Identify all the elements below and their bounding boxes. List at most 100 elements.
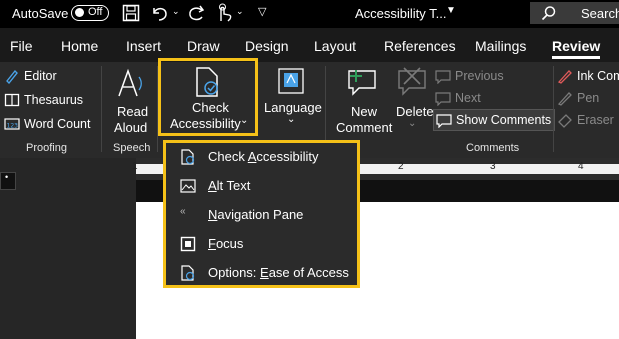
editor-icon	[6, 69, 18, 84]
chevron-down-icon: ⌄	[408, 118, 417, 129]
autosave-label: AutoSave	[12, 6, 69, 21]
customize-toolbar-icon[interactable]: ▽	[258, 5, 266, 18]
menu-item-focus[interactable]: Focus	[166, 230, 357, 258]
eraser-icon	[558, 114, 572, 128]
next-label: Next	[455, 91, 481, 105]
pen-button[interactable]: Pen	[557, 88, 599, 108]
autosave-toggle[interactable]: Off	[71, 5, 109, 21]
comments-group-label: Comments	[466, 142, 520, 154]
navigation-pane-icon: «	[180, 206, 186, 217]
menu-item-navigation-pane[interactable]: « Navigation Pane	[166, 201, 357, 229]
menu-item-label: Focus	[208, 236, 244, 251]
tab-home[interactable]: Home	[61, 38, 98, 54]
menu-item-options-ease-of-access[interactable]: Options: Ease of Access	[166, 259, 357, 287]
read-aloud-line2: Aloud	[114, 120, 148, 135]
show-comments-icon	[436, 114, 452, 128]
tab-mailings[interactable]: Mailings	[475, 38, 526, 54]
thesaurus-icon	[4, 93, 20, 107]
new-comment-button[interactable]: New Comment	[330, 66, 394, 136]
touch-mode-icon[interactable]	[214, 3, 234, 23]
show-comments-label: Show Comments	[456, 113, 552, 127]
read-aloud-line1: Read	[117, 104, 149, 119]
ruler-mark: 2	[398, 161, 404, 172]
new-comment-line2: Comment	[336, 120, 393, 135]
editor-label: Editor	[24, 69, 57, 83]
focus-icon	[180, 236, 196, 252]
alt-text-icon	[180, 179, 196, 193]
tab-layout[interactable]: Layout	[314, 38, 356, 54]
menu-item-check-accessibility[interactable]: Check Accessibility	[166, 143, 357, 171]
menu-item-label: Navigation Pane	[208, 207, 304, 222]
check-accessibility-icon	[196, 67, 218, 97]
document-title: Accessibility T...	[355, 6, 447, 21]
options-ease-of-access-icon	[181, 265, 195, 281]
tab-design[interactable]: Design	[245, 38, 289, 54]
menu-item-label: Options: Ease of Access	[208, 265, 349, 280]
svg-text:123: 123	[7, 123, 19, 130]
redo-icon[interactable]	[186, 4, 206, 22]
chevron-down-icon: ⌄	[287, 114, 296, 125]
menu-item-alt-text[interactable]: Alt Text	[166, 172, 357, 200]
tab-draw[interactable]: Draw	[187, 38, 220, 54]
pen-icon	[557, 92, 572, 106]
ruler-mark: 1	[132, 161, 138, 172]
check-accessibility-menu: Check Accessibility Alt Text « Navigatio…	[163, 140, 360, 288]
group-divider	[553, 66, 554, 152]
language-button[interactable]: Language ⌄	[262, 66, 322, 136]
thesaurus-button[interactable]: Thesaurus	[4, 90, 83, 110]
previous-comment-icon	[435, 70, 451, 84]
word-count-icon: 123	[4, 118, 20, 130]
word-count-label: Word Count	[24, 117, 91, 131]
check-accessibility-button[interactable]: Check Accessibility ⌄	[163, 62, 253, 132]
check-accessibility-line2: Accessibility	[170, 116, 241, 131]
tab-references[interactable]: References	[384, 38, 456, 54]
title-dropdown-icon[interactable]: ▼	[446, 5, 456, 16]
read-aloud-button[interactable]: Read Aloud	[108, 66, 154, 136]
next-comment-icon	[435, 92, 451, 106]
search-icon	[541, 6, 556, 21]
undo-icon[interactable]	[150, 4, 170, 22]
new-comment-line1: New	[351, 104, 378, 119]
proofing-group-label: Proofing	[26, 142, 67, 154]
next-comment-button[interactable]: Next	[435, 88, 481, 108]
tab-review[interactable]: Review	[552, 38, 601, 59]
search-box[interactable]: Search	[530, 2, 619, 24]
word-count-button[interactable]: 123 Word Count	[4, 114, 90, 134]
menu-item-label: Check Accessibility	[208, 149, 319, 164]
autosave-knob	[75, 8, 84, 17]
ruler-mark: 4	[578, 161, 584, 172]
ink-comment-icon	[557, 70, 572, 84]
pen-label: Pen	[577, 91, 600, 105]
check-accessibility-icon	[181, 149, 195, 165]
language-icon	[278, 68, 304, 94]
title-bar: AutoSave Off ⌄ ⌄ ▽ Accessibility T... ▼ …	[0, 0, 619, 28]
previous-label: Previous	[455, 69, 504, 83]
tab-file[interactable]: File	[10, 38, 33, 54]
save-icon[interactable]	[122, 4, 140, 22]
ribbon-tabs: File Home Insert Draw Design Layout Refe…	[0, 28, 619, 62]
chevron-down-icon: ⌄	[240, 115, 249, 126]
autosave-state: Off	[88, 6, 103, 18]
eraser-button[interactable]: Eraser	[557, 110, 614, 130]
ink-comment-button[interactable]: Ink Com	[557, 66, 619, 86]
ink-comment-label: Ink Com	[577, 69, 619, 83]
tab-insert[interactable]: Insert	[126, 38, 161, 54]
check-accessibility-line1: Check	[192, 100, 229, 115]
touch-dropdown-icon[interactable]: ⌄	[236, 6, 244, 17]
eraser-label: Eraser	[577, 113, 614, 127]
group-divider	[101, 66, 102, 152]
ruler-mark: 3	[490, 161, 496, 172]
undo-dropdown-icon[interactable]: ⌄	[172, 6, 180, 17]
previous-comment-button[interactable]: Previous	[435, 66, 504, 86]
delete-comment-button[interactable]: Delete ⌄	[394, 66, 434, 136]
left-margin-area: •	[0, 158, 136, 339]
thesaurus-label: Thesaurus	[24, 93, 84, 107]
new-comment-icon	[348, 70, 376, 96]
tab-selector[interactable]: •	[0, 172, 16, 190]
search-label: Search	[581, 6, 619, 21]
editor-button[interactable]: Editor	[4, 66, 57, 86]
show-comments-button[interactable]: Show Comments	[433, 109, 555, 131]
speech-group-label: Speech	[113, 142, 151, 154]
menu-item-label: Alt Text	[208, 178, 251, 193]
delete-comment-icon	[398, 67, 426, 96]
